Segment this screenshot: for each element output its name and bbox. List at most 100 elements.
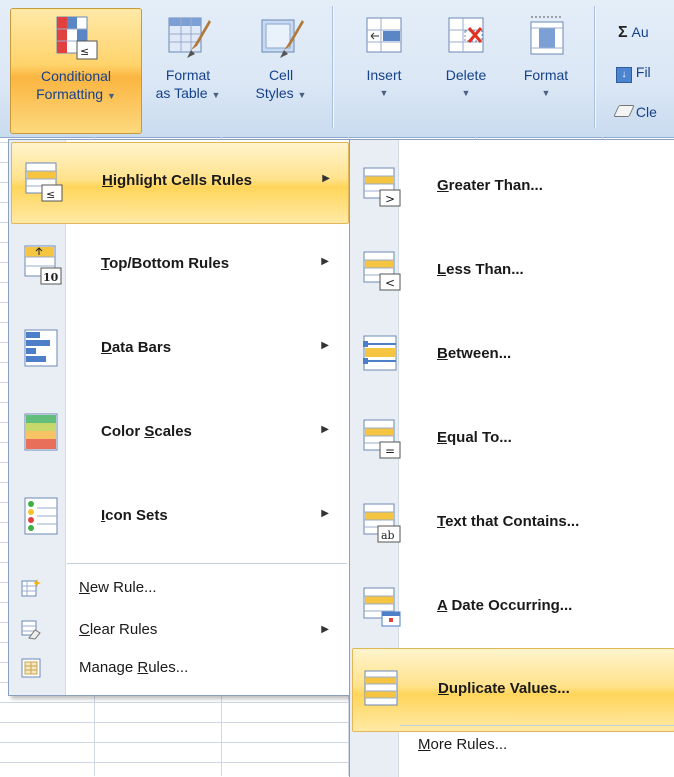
menu-separator — [67, 563, 347, 564]
between-icon — [363, 335, 397, 371]
submenu-item-date-occurring[interactable]: A Date Occurring... — [350, 566, 674, 648]
submenu-arrow-icon: ▶ — [322, 173, 330, 184]
new-rule-icon — [21, 579, 41, 597]
greater-than-icon: > — [363, 167, 401, 207]
format-as-table-button[interactable]: Format as Table ▼ — [144, 8, 232, 132]
menu-item-top-bottom-rules[interactable]: 10 Top/Bottom Rules ▶ — [11, 226, 347, 306]
menu-item-color-scales[interactable]: Color Scales ▶ — [11, 394, 347, 474]
svg-text:>: > — [385, 192, 395, 206]
submenu-arrow-icon: ▶ — [321, 424, 329, 435]
svg-text:=: = — [385, 444, 395, 458]
svg-text:≤: ≤ — [46, 188, 55, 201]
autosum-button[interactable]: Σ Au — [618, 24, 649, 42]
delete-label: Delete — [445, 67, 487, 83]
menu-item-label: Top/Bottom Rules — [101, 255, 230, 272]
fill-down-icon: ↓ — [616, 67, 632, 83]
submenu-arrow-icon: ▶ — [321, 508, 329, 519]
submenu-item-greater-than[interactable]: > Greater Than... — [350, 146, 674, 228]
autosum-label: Au — [631, 24, 649, 40]
menu-item-manage-rules[interactable]: Manage Rules... — [11, 654, 347, 684]
conditional-formatting-label-2: Formatting — [36, 86, 104, 102]
chevron-down-icon: ▼ — [211, 90, 221, 100]
cell-styles-label-2: Styles — [255, 85, 294, 101]
menu-item-clear-rules[interactable]: Clear Rules ▶ — [11, 616, 347, 646]
color-scales-icon — [24, 413, 58, 451]
menu-item-label: Icon Sets — [101, 507, 168, 524]
cell-styles-button[interactable]: Cell Styles ▼ — [238, 8, 324, 132]
submenu-arrow-icon: ▶ — [321, 256, 329, 267]
submenu-item-duplicate-values[interactable]: Duplicate Values... — [352, 648, 674, 732]
group-separator — [594, 6, 595, 128]
cell-styles-label-1: Cell — [268, 67, 294, 83]
menu-item-data-bars[interactable]: Data Bars ▶ — [11, 310, 347, 390]
submenu-item-text-contains[interactable]: ab Text that Contains... — [350, 482, 674, 564]
format-cells-icon — [530, 16, 564, 55]
conditional-formatting-menu: ≤ Highlight Cells Rules ▶ 10 Top/Bottom … — [8, 139, 350, 696]
submenu-item-label: A Date Occurring... — [437, 597, 573, 614]
fill-button[interactable]: ↓ Fil — [616, 64, 651, 83]
highlight-cells-rules-submenu: > Greater Than... < Less Than... Between… — [349, 139, 674, 777]
conditional-formatting-label-1: Conditional — [40, 68, 112, 84]
group-separator — [332, 6, 333, 128]
menu-item-label: Color Scales — [101, 423, 192, 440]
svg-text:10: 10 — [43, 271, 59, 284]
fill-label: Fil — [635, 64, 651, 80]
submenu-item-label: Between... — [437, 345, 512, 362]
icon-sets-icon — [24, 497, 58, 535]
svg-text:≤: ≤ — [80, 45, 89, 58]
menu-item-new-rule[interactable]: New Rule... — [11, 574, 347, 604]
menu-separator — [400, 725, 674, 726]
insert-button[interactable]: Insert ▼ — [346, 8, 422, 132]
menu-item-label: Highlight Cells Rules — [102, 172, 253, 189]
svg-text:<: < — [385, 276, 395, 290]
submenu-item-label: Duplicate Values... — [438, 680, 570, 697]
submenu-item-label: Equal To... — [437, 429, 512, 446]
submenu-item-equal-to[interactable]: = Equal To... — [350, 398, 674, 480]
format-as-table-label-2: as Table — [155, 85, 208, 101]
cell-styles-icon — [261, 19, 304, 58]
delete-cells-icon — [448, 17, 484, 53]
ribbon: ≤ Conditional Formatting ▼ Format as Tab… — [0, 0, 674, 138]
format-label: Format — [523, 67, 569, 83]
highlight-cells-icon: ≤ — [25, 162, 63, 202]
menu-item-icon-sets[interactable]: Icon Sets ▶ — [11, 478, 347, 558]
less-than-icon: < — [363, 251, 401, 291]
conditional-formatting-button[interactable]: ≤ Conditional Formatting ▼ — [10, 8, 142, 134]
chevron-down-icon: ▼ — [379, 88, 389, 98]
submenu-item-between[interactable]: Between... — [350, 314, 674, 396]
data-bars-icon — [24, 329, 58, 367]
format-as-table-icon — [168, 17, 211, 58]
submenu-item-label: Less Than... — [437, 261, 524, 278]
menu-item-highlight-cells-rules[interactable]: ≤ Highlight Cells Rules ▶ — [11, 142, 349, 224]
equal-to-icon: = — [363, 419, 401, 459]
submenu-item-more-rules[interactable]: More Rules... — [418, 736, 507, 753]
submenu-arrow-icon: ▶ — [321, 624, 329, 635]
menu-item-label: New Rule... — [79, 579, 157, 596]
submenu-arrow-icon: ▶ — [321, 340, 329, 351]
format-button[interactable]: Format ▼ — [508, 8, 584, 132]
conditional-formatting-icon: ≤ — [56, 16, 98, 60]
chevron-down-icon: ▼ — [106, 91, 116, 101]
chevron-down-icon: ▼ — [541, 88, 551, 98]
format-as-table-label-1: Format — [165, 67, 211, 83]
manage-rules-icon — [21, 658, 41, 678]
submenu-item-less-than[interactable]: < Less Than... — [350, 230, 674, 312]
insert-label: Insert — [366, 67, 402, 83]
submenu-item-label: Greater Than... — [437, 177, 543, 194]
eraser-icon — [613, 105, 635, 117]
chevron-down-icon: ▼ — [461, 88, 471, 98]
clear-label: Cle — [635, 104, 657, 120]
duplicate-values-icon — [364, 670, 398, 706]
top-bottom-icon: 10 — [24, 245, 62, 285]
clear-button[interactable]: Cle — [613, 104, 657, 120]
date-occurring-icon — [363, 587, 401, 627]
delete-button[interactable]: Delete ▼ — [428, 8, 504, 132]
svg-text:ab: ab — [381, 529, 395, 542]
sigma-icon: Σ — [618, 24, 628, 41]
menu-item-label: Clear Rules — [79, 621, 158, 638]
submenu-item-label: Text that Contains... — [437, 513, 580, 530]
menu-item-label: Data Bars — [101, 339, 172, 356]
chevron-down-icon: ▼ — [297, 90, 307, 100]
clear-rules-icon — [21, 620, 41, 640]
insert-cells-icon — [366, 17, 402, 53]
